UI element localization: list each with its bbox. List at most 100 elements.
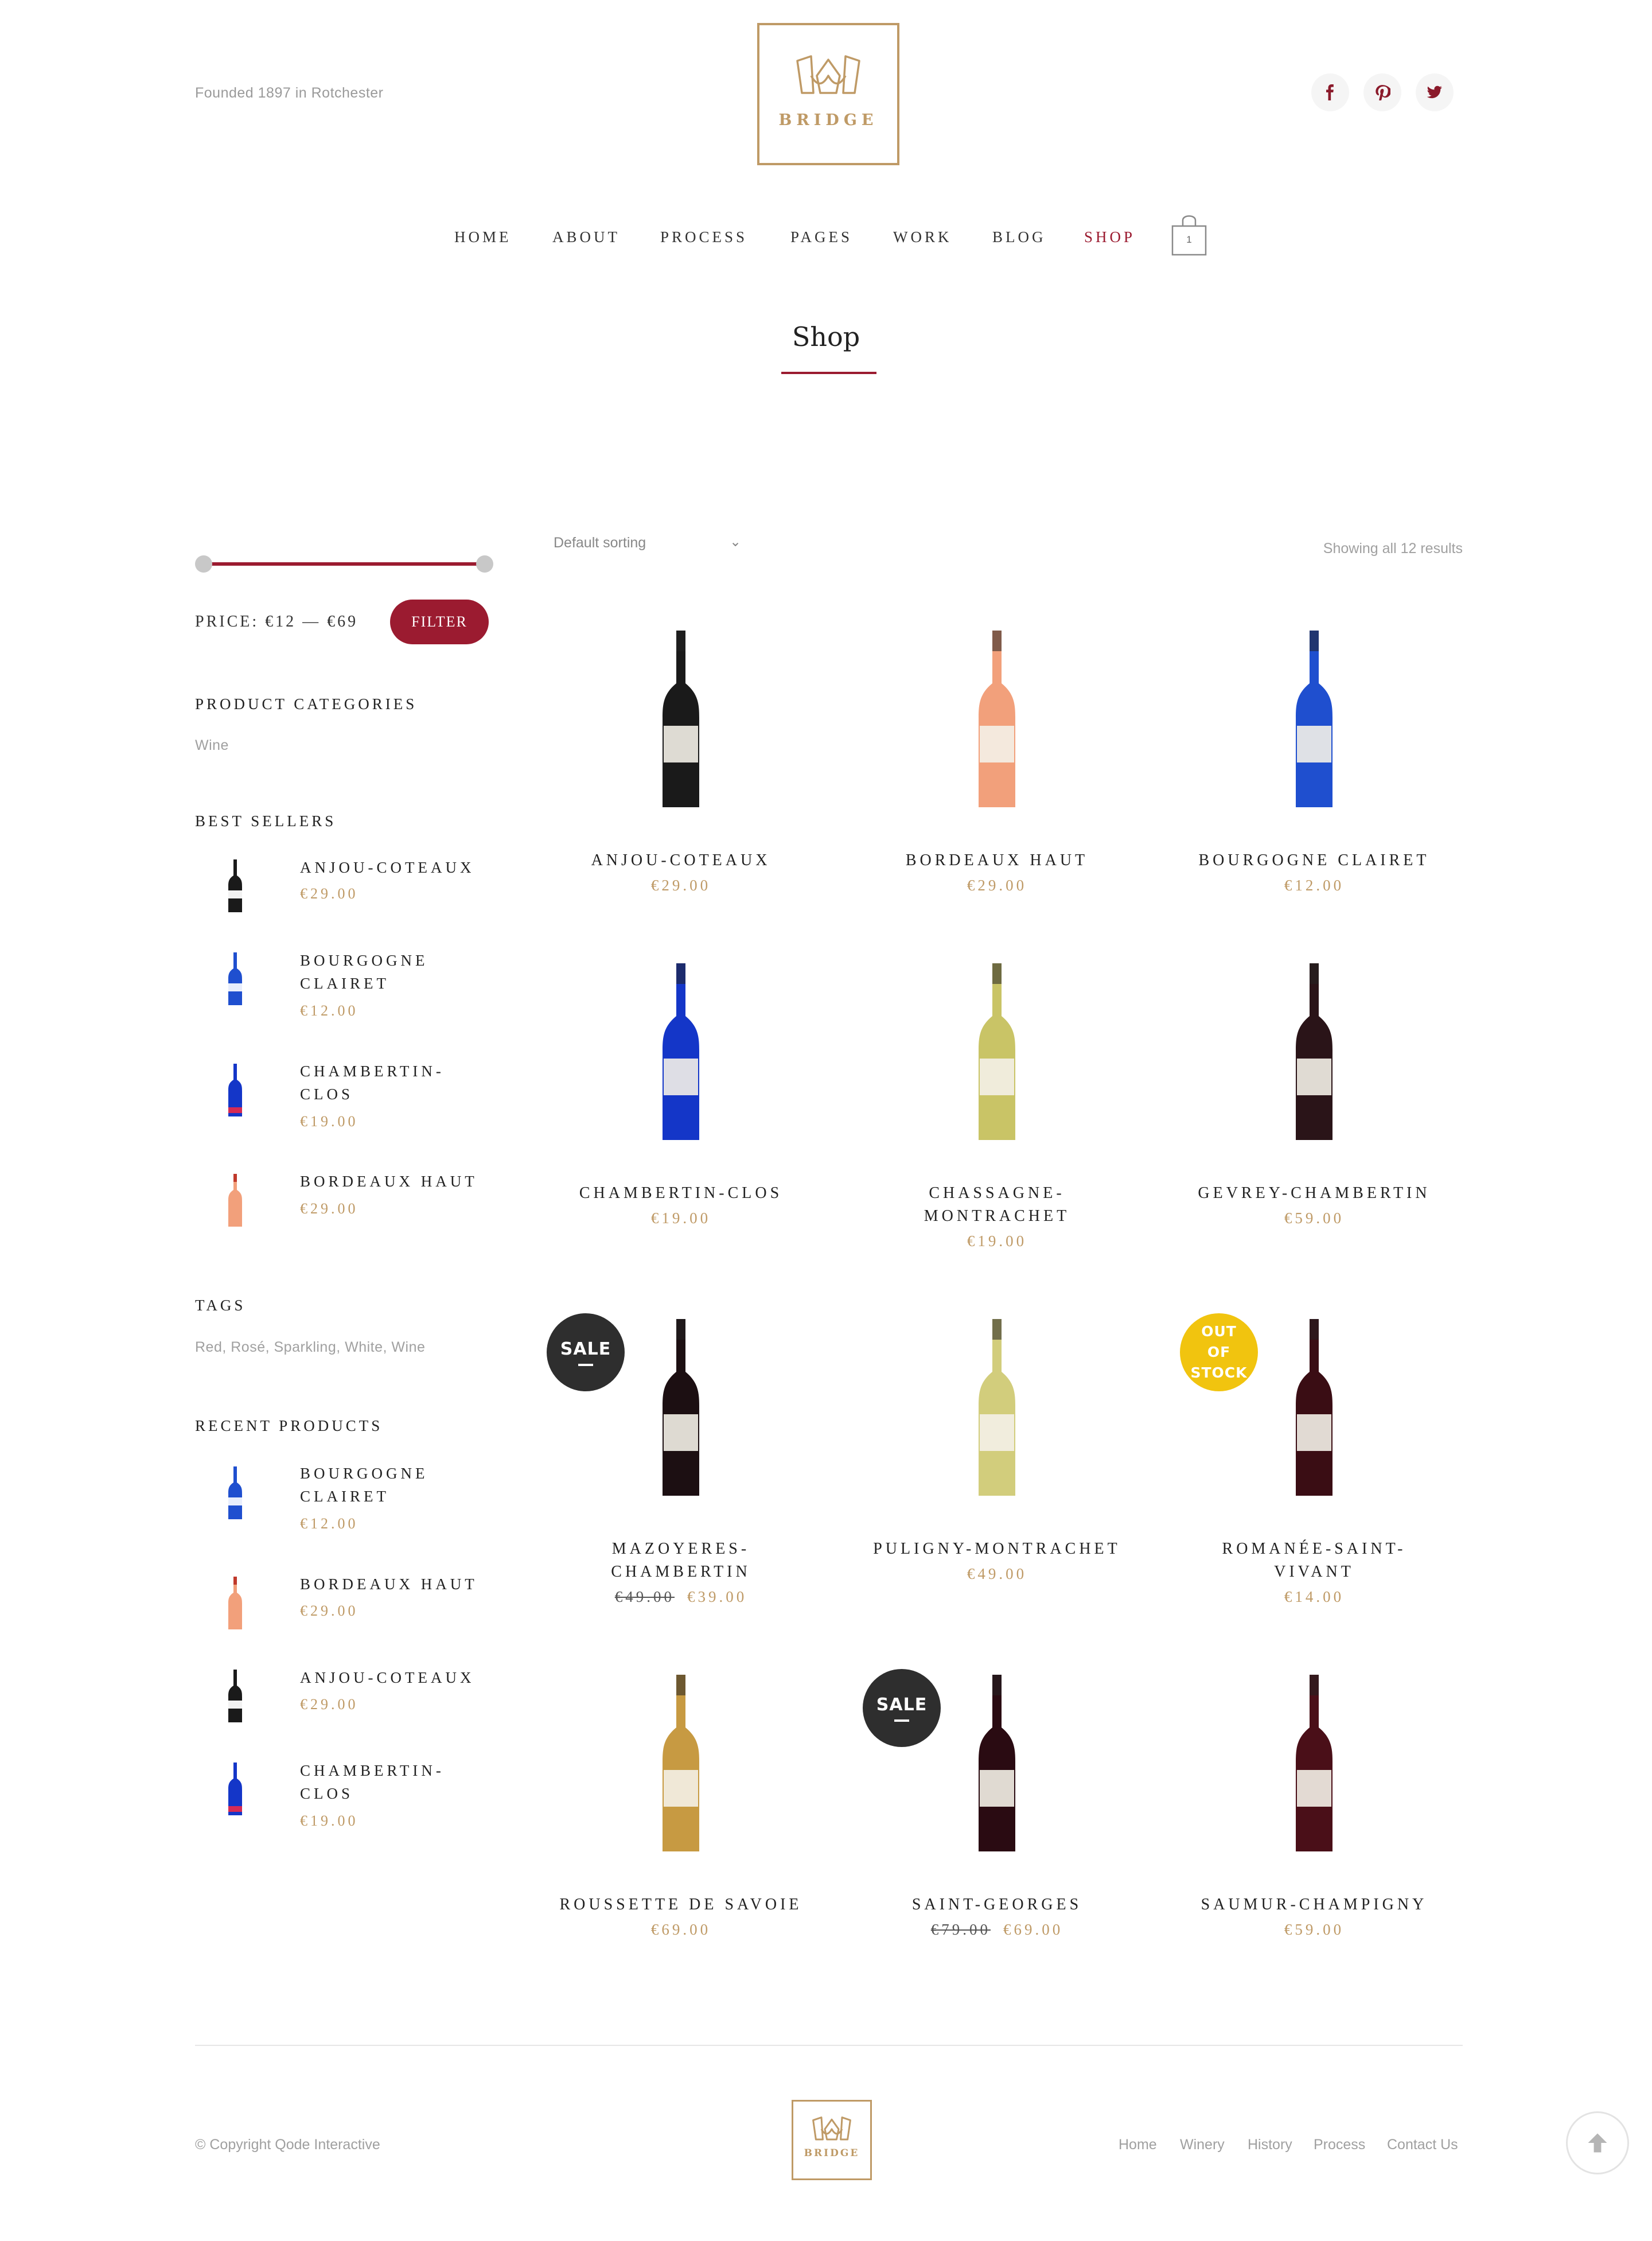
footer-link-contact[interactable]: Contact Us [1387,2137,1458,2153]
badge-label: SALE [876,1694,928,1715]
wine-bottle-icon [1296,1319,1332,1496]
wine-bottle-icon [663,1319,699,1496]
tags-heading: TAGS [195,1297,246,1314]
recent-product-name[interactable]: BOURGOGNE CLAIRET [300,1462,489,1508]
product-image[interactable] [1285,628,1343,812]
tag-list[interactable]: Red, Rosé, Sparkling, White, Wine [195,1339,425,1356]
wine-bottle-icon [228,1174,242,1227]
product-price: €29.00 [555,877,807,894]
footer-link-home[interactable]: Home [1119,2137,1157,2153]
footer-logo[interactable]: BRIDGE [792,2100,872,2180]
wine-bottle-icon [979,1319,1015,1496]
footer-logo-text: BRIDGE [804,2147,860,2159]
product-image[interactable] [1285,1672,1343,1856]
product-price: €59.00 [1188,1209,1440,1227]
recent-product-thumb[interactable] [224,1464,247,1522]
wine-bottle-icon [228,1064,242,1116]
nav-pages[interactable]: PAGES [790,228,852,246]
out-of-stock-badge: OUT OF STOCK [1180,1313,1258,1391]
chevron-down-icon[interactable]: ⌄ [730,534,741,550]
nav-about[interactable]: ABOUT [552,228,620,246]
nav-work[interactable]: WORK [893,228,952,246]
recent-product-name[interactable]: BORDEAUX HAUT [300,1573,489,1596]
product-name[interactable]: PULIGNY-MONTRACHET [871,1538,1123,1561]
current-price: €19.00 [650,1209,711,1227]
product-name[interactable]: BORDEAUX HAUT [871,849,1123,872]
nav-home[interactable]: HOME [454,228,512,246]
product-image[interactable] [968,1672,1026,1856]
product-name[interactable]: MAZOYERES- CHAMBERTIN [555,1538,807,1584]
facebook-button[interactable] [1311,73,1349,111]
current-price: €29.00 [967,877,1027,894]
price-slider-min-handle[interactable] [195,555,212,573]
recent-product-thumb[interactable] [224,1574,247,1632]
best-seller-thumb[interactable] [224,1061,247,1119]
crown-logo-icon [796,55,860,94]
original-price: €49.00 [614,1588,675,1605]
recent-product-thumb[interactable] [224,1667,247,1725]
logo-text: BRIDGE [778,111,878,129]
product-name[interactable]: CHAMBERTIN-CLOS [555,1182,807,1205]
product-name[interactable]: SAUMUR-CHAMPIGNY [1188,1893,1440,1916]
best-seller-name[interactable]: ANJOU-COTEAUX [300,856,489,879]
footer-link-process[interactable]: Process [1314,2137,1365,2153]
price-slider-max-handle[interactable] [476,555,493,573]
product-price: €79.00 €69.00 [871,1921,1123,1939]
site-logo[interactable]: BRIDGE [757,23,899,165]
pinterest-icon [1376,85,1390,100]
best-seller-name[interactable]: CHAMBERTIN- CLOS [300,1060,489,1106]
recent-product-price: €29.00 [300,1696,359,1713]
price-slider-track[interactable] [204,562,485,566]
product-image[interactable] [652,1317,710,1500]
wine-bottle-icon [979,1675,1015,1851]
product-image[interactable] [1285,961,1343,1145]
sorting-select[interactable]: Default sorting [554,535,646,551]
sale-badge: SALE [547,1313,625,1391]
filter-button[interactable]: FILTER [390,600,489,644]
best-seller-price: €29.00 [300,885,359,902]
product-price: €49.00 €39.00 [555,1588,807,1606]
footer-link-history[interactable]: History [1248,2137,1292,2153]
recent-product-name[interactable]: ANJOU-COTEAUX [300,1666,489,1689]
product-image[interactable] [652,961,710,1145]
cart-button[interactable]: 1 [1170,213,1208,257]
wine-bottle-icon [979,631,1015,807]
pinterest-button[interactable] [1363,73,1401,111]
recent-product-name[interactable]: CHAMBERTIN- CLOS [300,1759,489,1805]
best-seller-thumb[interactable] [224,1172,247,1229]
best-seller-thumb[interactable] [224,857,247,915]
product-name[interactable]: GEVREY-CHAMBERTIN [1188,1182,1440,1205]
product-price: €49.00 [871,1565,1123,1583]
product-image[interactable] [968,1317,1026,1500]
product-name[interactable]: ROMANÉE-SAINT- VIVANT [1188,1538,1440,1584]
best-seller-thumb[interactable] [224,950,247,1007]
product-name[interactable]: CHASSAGNE- MONTRACHET [871,1182,1123,1228]
product-name[interactable]: BOURGOGNE CLAIRET [1188,849,1440,872]
best-seller-name[interactable]: BORDEAUX HAUT [300,1170,489,1193]
product-price: €69.00 [555,1921,807,1939]
product-name[interactable]: ANJOU-COTEAUX [555,849,807,872]
twitter-button[interactable] [1416,73,1454,111]
product-price: €12.00 [1188,877,1440,894]
product-image[interactable] [652,628,710,812]
product-price: €19.00 [555,1209,807,1227]
product-image[interactable] [652,1672,710,1856]
wine-bottle-icon [1296,963,1332,1140]
product-price: €59.00 [1188,1921,1440,1939]
wine-bottle-icon [1296,1675,1332,1851]
product-image[interactable] [968,961,1026,1145]
product-image[interactable] [968,628,1026,812]
best-seller-name[interactable]: BOURGOGNE CLAIRET [300,949,489,995]
product-image[interactable] [1285,1317,1343,1500]
recent-product-thumb[interactable] [224,1760,247,1818]
product-name[interactable]: ROUSSETTE DE SAVOIE [555,1893,807,1916]
scroll-to-top-button[interactable] [1566,2111,1629,2174]
category-link-wine[interactable]: Wine [195,737,229,754]
sale-badge: SALE [863,1669,941,1747]
nav-process[interactable]: PROCESS [660,228,747,246]
wine-bottle-icon [1296,631,1332,807]
nav-blog[interactable]: BLOG [992,228,1046,246]
nav-shop[interactable]: SHOP [1084,228,1135,246]
product-name[interactable]: SAINT-GEORGES [871,1893,1123,1916]
footer-link-winery[interactable]: Winery [1180,2137,1225,2153]
